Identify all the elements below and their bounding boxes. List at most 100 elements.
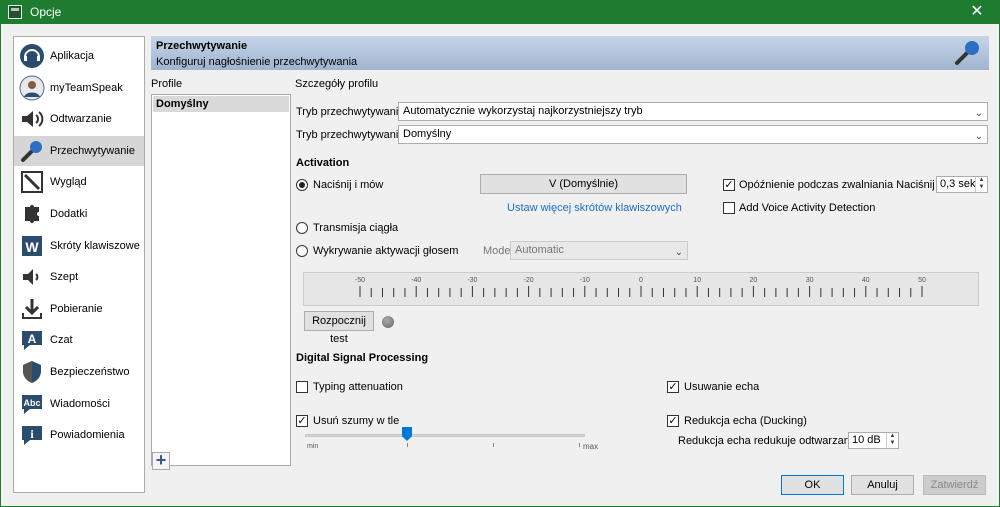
user-icon	[18, 74, 46, 102]
meter-scale-label: 40	[862, 277, 870, 284]
sidebar-item-label: Powiadomienia	[50, 429, 125, 442]
capture-device-value: Domyślny	[403, 128, 452, 140]
sidebar-item-2[interactable]: Odtwarzanie	[14, 104, 144, 134]
puzzle-icon	[18, 200, 46, 228]
ptt-delay-spinbox[interactable]: 0,3 sek ▲ ▼	[936, 176, 988, 193]
pencil-icon	[18, 168, 46, 196]
sidebar-item-10[interactable]: Bezpieczeństwo	[14, 357, 144, 387]
meter-scale-label: 10	[693, 277, 701, 284]
add-profile-button[interactable]: +	[152, 451, 170, 470]
sidebar-item-8[interactable]: Pobieranie	[14, 294, 144, 324]
sidebar-item-12[interactable]: i Powiadomienia	[14, 420, 144, 450]
keyboard-icon: W	[18, 232, 46, 260]
ptt-delay-label: Opóźnienie podczas zwalniania Naciśnij i…	[739, 179, 970, 191]
cancel-button[interactable]: Anuluj	[851, 475, 914, 495]
level-meter: -50 -40 -30 -20 -10 0 10 20 30 40 50	[303, 272, 979, 306]
sidebar-item-3[interactable]: Przechwytywanie	[14, 135, 144, 166]
profile-item-default[interactable]: Domyślny	[153, 96, 289, 112]
sidebar-item-4[interactable]: Wygląd	[14, 167, 144, 197]
noise-level-slider-track[interactable]	[305, 434, 585, 437]
sidebar-item-5[interactable]: Dodatki	[14, 199, 144, 229]
sidebar-item-0[interactable]: Aplikacja	[14, 41, 144, 71]
ducking-checkbox[interactable]: ✓	[667, 415, 679, 427]
checkmark-icon: ✓	[668, 415, 678, 427]
dsp-heading: Digital Signal Processing	[296, 352, 429, 364]
close-button[interactable]: ✕	[954, 0, 1000, 24]
meter-scale-label: 0	[639, 277, 643, 284]
noise-level-slider-thumb[interactable]	[402, 427, 412, 441]
whisper-icon	[18, 263, 46, 291]
sidebar-item-6[interactable]: W Skróty klawiszowe	[14, 231, 144, 261]
microphone-icon	[18, 137, 46, 165]
ducking-amount-value: 10 dB	[852, 434, 881, 446]
sidebar-item-label: Przechwytywanie	[50, 144, 135, 157]
speaker-icon	[18, 105, 46, 133]
section-subtitle: Konfiguruj nagłośnienie przechwytywania	[156, 56, 358, 68]
ok-button[interactable]: OK	[781, 475, 844, 495]
sidebar-item-label: Odtwarzanie	[50, 113, 112, 126]
sidebar-item-label: Bezpieczeństwo	[50, 366, 130, 378]
noise-removal-checkbox[interactable]: ✓	[296, 415, 308, 427]
slider-tick	[579, 443, 580, 447]
shield-icon	[18, 358, 46, 386]
profile-details-label: Szczegóły profilu	[295, 78, 379, 90]
capture-mode-value: Automatycznie wykorzystaj najkorzystniej…	[403, 105, 643, 117]
sidebar-item-label: Czat	[50, 334, 73, 347]
vad-mode-value: Automatic	[515, 244, 564, 256]
slider-min-label: min	[307, 443, 319, 450]
level-meter-scale: -50 -40 -30 -20 -10 0 10 20 30 40 50	[355, 277, 926, 297]
ptt-delay-value: 0,3 sek	[940, 178, 976, 190]
sidebar-item-label: myTeamSpeak	[50, 81, 123, 94]
more-hotkeys-link[interactable]: Ustaw więcej skrótów klawiszowych	[507, 202, 682, 214]
slider-tick	[407, 443, 408, 447]
chevron-down-icon: ⌄	[974, 108, 983, 119]
profile-list[interactable]: Domyślny	[151, 94, 291, 466]
push-to-talk-key-button[interactable]: V (Domyślnie)	[480, 174, 687, 194]
typing-attenuation-label: Typing attenuation	[313, 381, 403, 393]
push-to-talk-radio[interactable]	[296, 179, 308, 191]
capture-mode-label: Tryb przechwytywania:	[296, 106, 408, 118]
chevron-down-icon: ⌄	[674, 247, 683, 258]
info-icon: i	[18, 421, 46, 449]
sidebar-item-1[interactable]: myTeamSpeak	[14, 73, 144, 103]
spin-arrows-icon[interactable]: ▲ ▼	[975, 177, 987, 192]
typing-attenuation-checkbox[interactable]	[296, 381, 308, 393]
microphone-icon	[955, 41, 979, 65]
continuous-transmission-label: Transmisja ciągła	[313, 222, 399, 234]
start-test-button[interactable]: Rozpocznij test	[304, 311, 374, 345]
sidebar-item-7[interactable]: Szept	[14, 262, 144, 292]
profiles-label: Profile	[151, 78, 183, 90]
sidebar-item-9[interactable]: A Czat	[14, 325, 144, 355]
slider-max-label: max	[583, 442, 599, 451]
sidebar-item-label: Pobieranie	[50, 302, 103, 315]
sidebar-item-11[interactable]: Abc Wiadomości	[14, 389, 144, 419]
echo-cancellation-label: Usuwanie echa	[684, 381, 760, 393]
voice-activation-radio[interactable]	[296, 245, 308, 257]
vad-mode-label: Mode	[483, 245, 511, 257]
echo-cancellation-checkbox[interactable]: ✓	[667, 381, 679, 393]
ducking-label: Redukcja echa (Ducking)	[684, 415, 807, 427]
ptt-delay-checkbox[interactable]: ✓	[723, 179, 735, 191]
svg-text:Abc: Abc	[23, 398, 40, 408]
meter-scale-label: 30	[806, 277, 814, 284]
spin-arrows-icon[interactable]: ▲ ▼	[886, 433, 898, 448]
apply-button[interactable]: Zatwierdź	[923, 475, 986, 495]
continuous-transmission-radio[interactable]	[296, 222, 308, 234]
ducking-amount-spinbox[interactable]: 10 dB ▲ ▼	[848, 432, 899, 449]
checkmark-icon: ✓	[297, 415, 307, 427]
sidebar-item-label: Skróty klawiszowe	[50, 239, 140, 252]
vad-mode-select[interactable]: Automatic ⌄	[510, 241, 688, 260]
sidebar-item-label: Szept	[50, 271, 79, 284]
ducking-amount-label: Redukcja echa redukuje odtwarzanie o:	[678, 435, 871, 447]
voice-activation-label: Wykrywanie aktywacji głosem	[313, 245, 459, 257]
sidebar: Aplikacja myTeamSpeak Odtwarzanie Przechwyt…	[13, 36, 145, 493]
headset-icon	[18, 42, 46, 70]
meter-scale-label: -10	[580, 277, 590, 284]
capture-mode-select[interactable]: Automatycznie wykorzystaj najkorzystniej…	[398, 102, 988, 121]
meter-scale-label: 50	[918, 277, 926, 284]
sidebar-item-label: Aplikacja	[50, 50, 95, 62]
add-vad-checkbox[interactable]	[723, 202, 735, 214]
meter-scale-label: 20	[750, 277, 758, 284]
section-header: Przechwytywanie Konfiguruj nagłośnienie …	[151, 36, 989, 70]
capture-device-select[interactable]: Domyślny ⌄	[398, 125, 988, 144]
